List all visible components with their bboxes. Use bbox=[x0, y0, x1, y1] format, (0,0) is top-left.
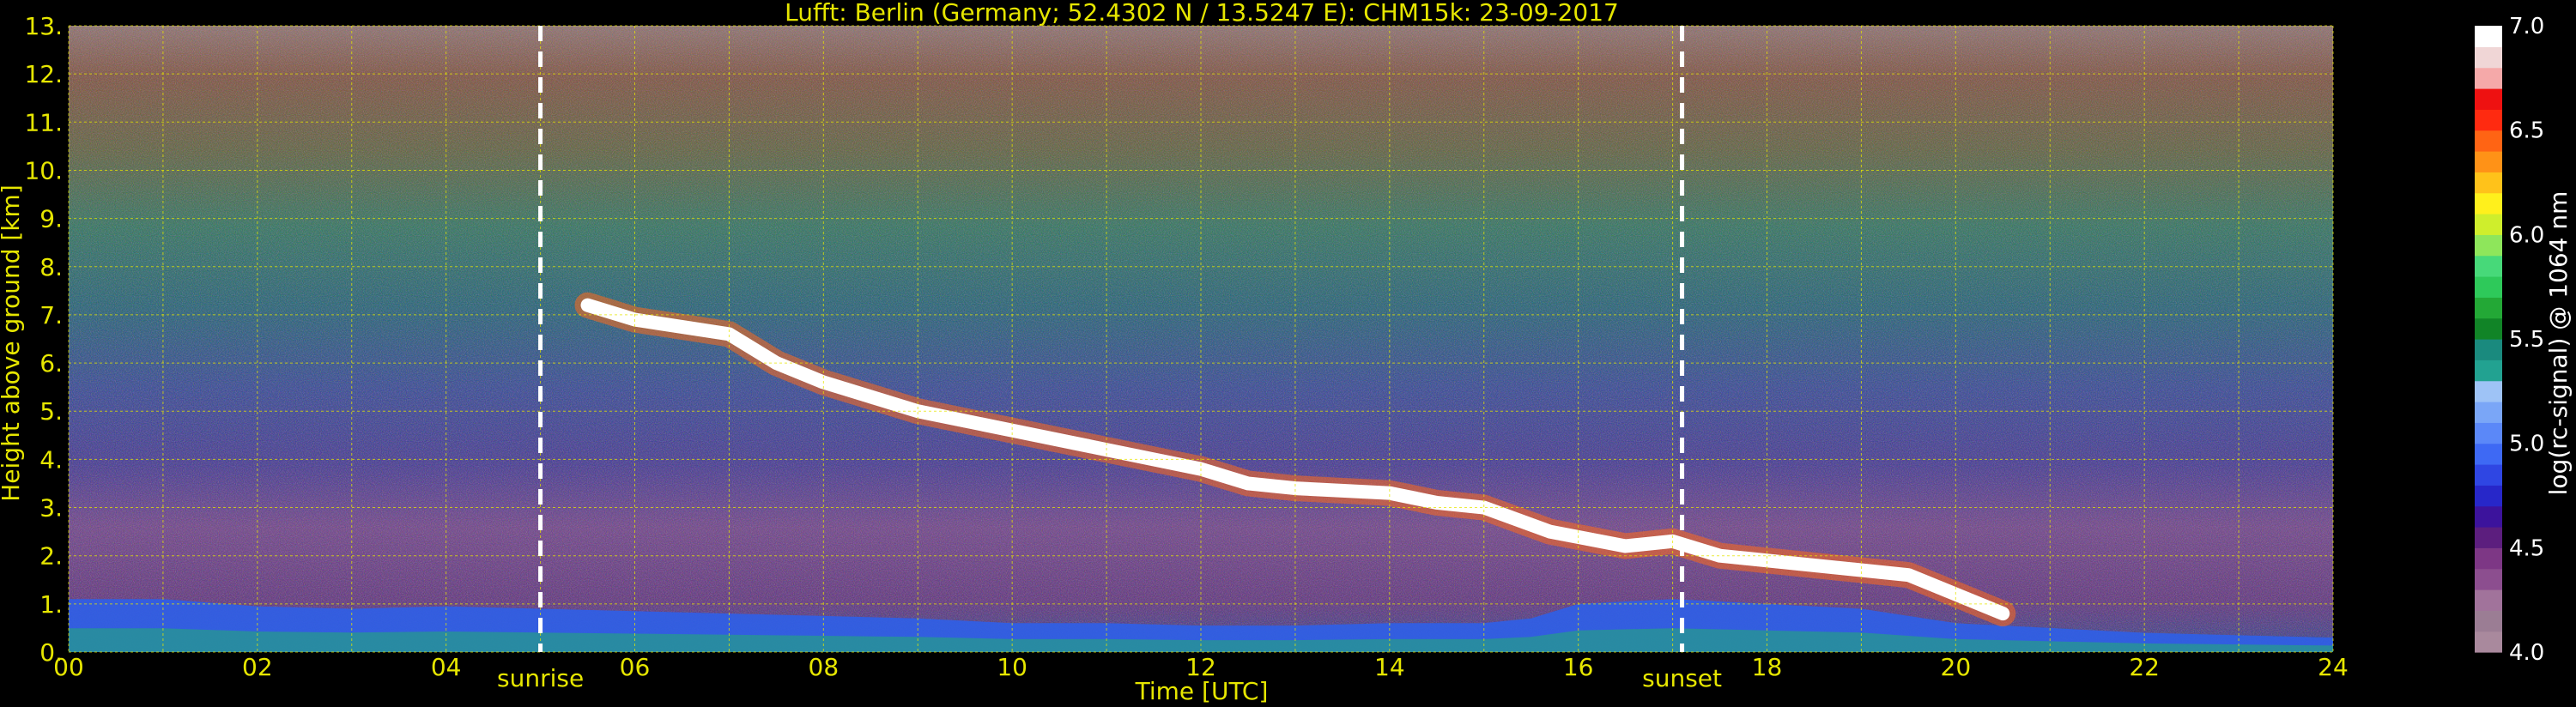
colorbar-swatch bbox=[2475, 192, 2502, 215]
x-tick-label: 14 bbox=[1374, 653, 1405, 681]
colorbar-swatch bbox=[2475, 443, 2502, 465]
colorbar-swatch bbox=[2475, 547, 2502, 570]
y-tick-label: 12. bbox=[24, 60, 63, 88]
colorbar-swatch bbox=[2475, 380, 2502, 402]
colorbar-tick-label: 6.5 bbox=[2509, 118, 2544, 144]
y-tick-labels: 0.1.2.3.4.5.6.7.8.9.10.11.12.13. bbox=[24, 12, 63, 667]
x-tick-label: 10 bbox=[997, 653, 1027, 681]
y-tick-label: 4. bbox=[39, 445, 63, 474]
colorbar-swatch bbox=[2475, 67, 2502, 89]
colorbar-label: log(rc-signal) @ 1064 nm bbox=[2544, 191, 2573, 496]
x-tick-label: 02 bbox=[242, 653, 273, 681]
y-tick-label: 13. bbox=[24, 12, 63, 40]
y-tick-label: 3. bbox=[39, 494, 63, 523]
y-tick-label: 6. bbox=[39, 349, 63, 378]
y-tick-label: 1. bbox=[39, 590, 63, 619]
x-tick-label: 08 bbox=[809, 653, 839, 681]
colorbar-swatch bbox=[2475, 234, 2502, 257]
colorbar-swatch bbox=[2475, 276, 2502, 298]
colorbar-swatch bbox=[2475, 297, 2502, 319]
colorbar-swatch bbox=[2475, 317, 2502, 340]
colorbar-swatch bbox=[2475, 610, 2502, 632]
colorbar-swatch bbox=[2475, 464, 2502, 486]
y-tick-label: 7. bbox=[39, 301, 63, 329]
x-tick-label: 20 bbox=[1941, 653, 1972, 681]
colorbar-swatches bbox=[2475, 26, 2502, 653]
colorbar-tick-labels: 4.0 4.5 5.0 5.5 6.0 6.5 7.0 bbox=[2509, 14, 2544, 666]
y-tick-label: 9. bbox=[39, 205, 63, 233]
colorbar-swatch bbox=[2475, 151, 2502, 172]
colorbar-swatch bbox=[2475, 26, 2502, 47]
plot-area bbox=[68, 25, 2334, 653]
colorbar-tick-label: 5.5 bbox=[2509, 327, 2544, 353]
y-tick-label: 10. bbox=[24, 156, 63, 184]
x-tick-label: 18 bbox=[1752, 653, 1783, 681]
chart-title: Lufft: Berlin (Germany; 52.4302 N / 13.5… bbox=[785, 0, 1619, 27]
y-axis-label: Height above ground [km] bbox=[0, 184, 25, 502]
colorbar-tick-label: 4.0 bbox=[2509, 640, 2544, 666]
colorbar-swatch bbox=[2475, 631, 2502, 653]
colorbar-swatch bbox=[2475, 109, 2502, 131]
y-tick-label: 5. bbox=[39, 397, 63, 426]
colorbar-tick-label: 4.5 bbox=[2509, 535, 2544, 561]
x-axis-label: Time [UTC] bbox=[1135, 677, 1269, 705]
colorbar-swatch bbox=[2475, 46, 2502, 69]
colorbar-swatch bbox=[2475, 568, 2502, 590]
colorbar-swatch bbox=[2475, 505, 2502, 528]
sunrise-label: sunrise bbox=[497, 664, 584, 692]
y-tick-label: 8. bbox=[39, 253, 63, 281]
ceilometer-chart: Lufft: Berlin (Germany; 52.4302 N / 13.5… bbox=[0, 0, 2573, 705]
sunset-label: sunset bbox=[1642, 664, 1722, 692]
colorbar-swatch bbox=[2475, 589, 2502, 611]
colorbar-tick-label: 6.0 bbox=[2509, 222, 2544, 248]
colorbar-swatch bbox=[2475, 485, 2502, 507]
colorbar-tick-label: 5.0 bbox=[2509, 432, 2544, 457]
colorbar-swatch bbox=[2475, 422, 2502, 444]
colorbar-swatch bbox=[2475, 360, 2502, 382]
x-tick-label: 06 bbox=[620, 653, 651, 681]
colorbar-swatch bbox=[2475, 527, 2502, 548]
colorbar-swatch bbox=[2475, 402, 2502, 423]
colorbar-swatch bbox=[2475, 214, 2502, 235]
y-tick-label: 2. bbox=[39, 542, 63, 571]
x-tick-label: 04 bbox=[431, 653, 462, 681]
x-tick-label: 22 bbox=[2129, 653, 2160, 681]
y-tick-label: 11. bbox=[24, 108, 63, 136]
colorbar-swatch bbox=[2475, 255, 2502, 277]
colorbar-swatch bbox=[2475, 130, 2502, 152]
colorbar: 4.0 4.5 5.0 5.5 6.0 6.5 7.0 log(rc-signal) @ 1… bbox=[2475, 14, 2573, 666]
x-tick-label: 16 bbox=[1563, 653, 1594, 681]
x-tick-label: 24 bbox=[2318, 653, 2349, 681]
colorbar-swatch bbox=[2475, 339, 2502, 360]
annotations: sunrise sunset bbox=[497, 664, 1722, 692]
colorbar-swatch bbox=[2475, 172, 2502, 194]
colorbar-swatch bbox=[2475, 88, 2502, 110]
x-tick-label: 00 bbox=[53, 653, 84, 681]
colorbar-tick-label: 7.0 bbox=[2509, 14, 2544, 39]
